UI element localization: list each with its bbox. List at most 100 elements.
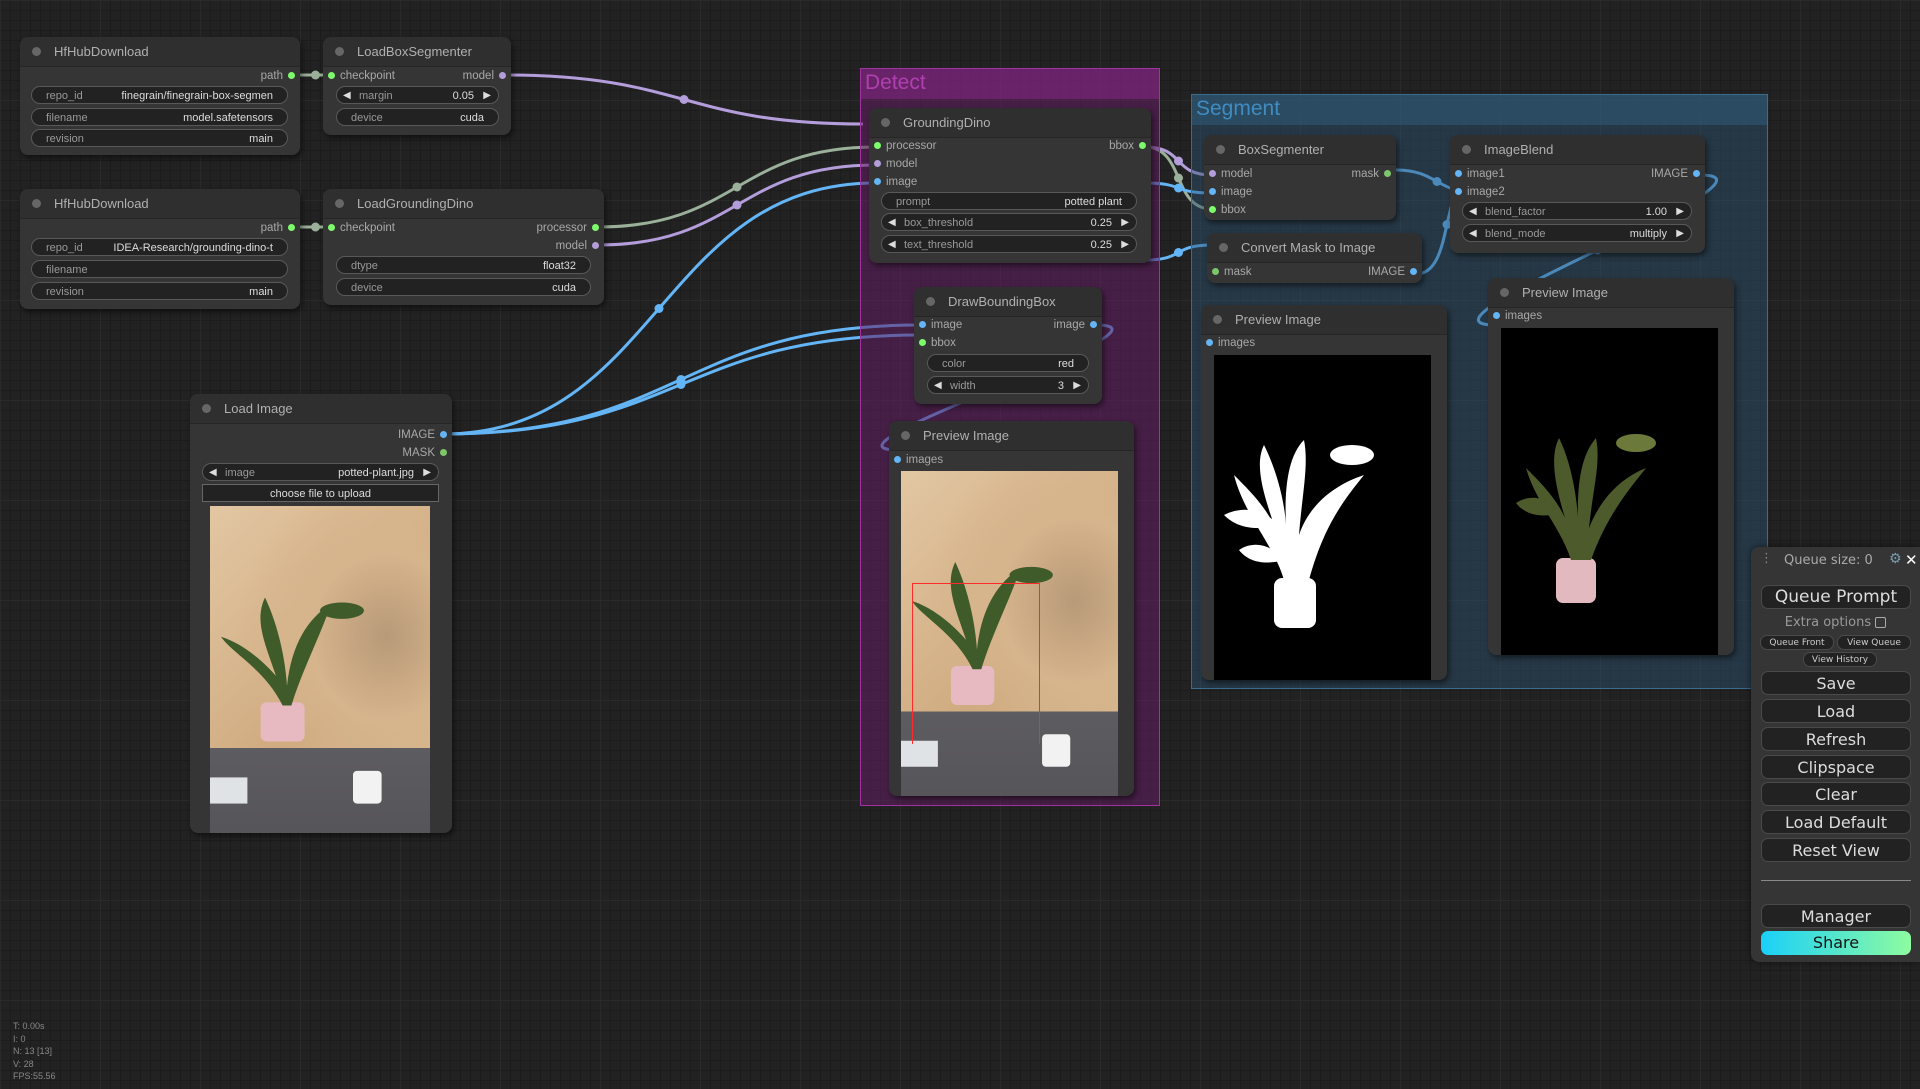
collapse-dot-icon[interactable] — [202, 404, 211, 413]
node-load-image[interactable]: Load Image IMAGE MASK ◀ image potted-plant… — [190, 394, 452, 833]
output-image[interactable]: image — [1054, 317, 1102, 333]
output-path[interactable]: path — [261, 68, 300, 84]
widget-device[interactable]: device cuda — [336, 108, 499, 126]
decrement-arrow-icon[interactable]: ◀ — [888, 214, 896, 232]
node-preview-image-detect[interactable]: Preview Image images — [889, 421, 1134, 796]
settings-gear-icon[interactable]: ⚙ — [1889, 551, 1902, 567]
input-images[interactable]: images — [1488, 308, 1542, 324]
green-slot-icon[interactable] — [874, 142, 881, 150]
input-model[interactable]: model — [869, 156, 917, 172]
input-image2[interactable]: image2 — [1450, 184, 1505, 200]
green-slot-icon[interactable] — [288, 224, 295, 232]
blue-slot-icon[interactable] — [1209, 188, 1216, 196]
node-title[interactable]: LoadGroundingDino — [323, 189, 604, 219]
widget-revision[interactable]: revision main — [31, 282, 288, 300]
input-model[interactable]: model — [1204, 166, 1252, 182]
output-model[interactable]: model — [463, 68, 511, 84]
increment-arrow-icon[interactable]: ▶ — [1073, 377, 1081, 395]
blue-slot-icon[interactable] — [1206, 339, 1213, 347]
load-button[interactable]: Load — [1761, 699, 1911, 723]
increment-arrow-icon[interactable]: ▶ — [1121, 236, 1129, 254]
node-title[interactable]: HfHubDownload — [20, 37, 300, 67]
output-mask[interactable]: mask — [1352, 166, 1396, 182]
collapse-dot-icon[interactable] — [881, 118, 890, 127]
output-image[interactable]: IMAGE — [1651, 166, 1705, 182]
purple-slot-icon[interactable] — [874, 160, 881, 168]
wire-midpoint-handle[interactable] — [1174, 173, 1183, 183]
decrement-arrow-icon[interactable]: ◀ — [209, 464, 217, 482]
widget-blend-mode[interactable]: ◀ blend_mode multiply ▶ — [1462, 224, 1692, 242]
output-path[interactable]: path — [261, 220, 300, 236]
wire-midpoint-handle[interactable] — [1174, 248, 1183, 257]
collapse-dot-icon[interactable] — [32, 47, 41, 56]
widget-width[interactable]: ◀ width 3 ▶ — [927, 376, 1089, 394]
blue-slot-icon[interactable] — [1455, 188, 1462, 196]
input-checkpoint[interactable]: checkpoint — [323, 68, 395, 84]
collapse-dot-icon[interactable] — [335, 199, 344, 208]
input-image[interactable]: image — [869, 174, 917, 190]
view-history-button[interactable]: View History — [1803, 652, 1877, 667]
wire-midpoint-handle[interactable] — [732, 182, 742, 192]
decrement-arrow-icon[interactable]: ◀ — [888, 236, 896, 254]
blue-slot-icon[interactable] — [919, 321, 926, 329]
node-title[interactable]: LoadBoxSegmenter — [323, 37, 511, 67]
node-drawboundingbox[interactable]: DrawBoundingBox image bbox image color re… — [914, 287, 1102, 404]
green-slot-icon[interactable] — [919, 339, 926, 347]
close-icon[interactable]: ✕ — [1905, 551, 1918, 569]
widget-dtype[interactable]: dtype float32 — [336, 256, 591, 274]
node-imageblend[interactable]: ImageBlend image1 image2 IMAGE ◀ blend_fa… — [1450, 135, 1705, 253]
wire-midpoint-handle[interactable] — [676, 380, 686, 389]
clear-button[interactable]: Clear — [1761, 782, 1911, 806]
decrement-arrow-icon[interactable]: ◀ — [343, 87, 351, 105]
green-slot-icon[interactable] — [288, 72, 295, 80]
node-title[interactable]: BoxSegmenter — [1204, 135, 1396, 165]
widget-text-threshold[interactable]: ◀ text_threshold 0.25 ▶ — [881, 235, 1137, 253]
node-convert-mask-to-image[interactable]: Convert Mask to Image mask IMAGE — [1207, 233, 1422, 283]
node-hfhubdownload-2[interactable]: HfHubDownload path repo_id IDEA-Research/… — [20, 189, 300, 309]
wire-midpoint-handle[interactable] — [1174, 156, 1183, 166]
extra-options-checkbox[interactable] — [1875, 617, 1887, 628]
node-title[interactable]: DrawBoundingBox — [914, 287, 1102, 317]
green-slot-icon[interactable] — [1139, 142, 1146, 150]
output-mask[interactable]: MASK — [402, 445, 452, 461]
blue-slot-icon[interactable] — [1455, 170, 1462, 178]
node-preview-image-blend[interactable]: Preview Image images — [1488, 278, 1734, 655]
wire-midpoint-handle[interactable] — [732, 200, 742, 210]
widget-device[interactable]: device cuda — [336, 278, 591, 296]
refresh-button[interactable]: Refresh — [1761, 727, 1911, 751]
widget-blend-factor[interactable]: ◀ blend_factor 1.00 ▶ — [1462, 202, 1692, 220]
wire-midpoint-handle[interactable] — [654, 304, 664, 313]
input-checkpoint[interactable]: checkpoint — [323, 220, 395, 236]
node-hfhubdownload-1[interactable]: HfHubDownload path repo_id finegrain/fine… — [20, 37, 300, 155]
widget-box-threshold[interactable]: ◀ box_threshold 0.25 ▶ — [881, 213, 1137, 231]
collapse-dot-icon[interactable] — [1216, 145, 1225, 154]
share-button[interactable]: Share — [1761, 931, 1911, 955]
node-boxsegmenter[interactable]: BoxSegmenter model image bbox mask — [1204, 135, 1396, 220]
output-processor[interactable]: processor — [537, 220, 605, 236]
node-title[interactable]: Preview Image — [1488, 278, 1734, 308]
increment-arrow-icon[interactable]: ▶ — [483, 87, 491, 105]
increment-arrow-icon[interactable]: ▶ — [423, 464, 431, 482]
increment-arrow-icon[interactable]: ▶ — [1676, 203, 1684, 221]
blue-slot-icon[interactable] — [440, 431, 447, 439]
widget-repo-id[interactable]: repo_id IDEA-Research/grounding-dino-t — [31, 238, 288, 256]
collapse-dot-icon[interactable] — [1219, 243, 1228, 252]
output-model[interactable]: model — [556, 238, 604, 254]
collapse-dot-icon[interactable] — [901, 431, 910, 440]
blue-slot-icon[interactable] — [1090, 321, 1097, 329]
node-loadgroundingdino[interactable]: LoadGroundingDino checkpoint processor m… — [323, 189, 604, 305]
input-image1[interactable]: image1 — [1450, 166, 1505, 182]
input-images[interactable]: images — [1201, 335, 1255, 351]
blue-slot-icon[interactable] — [894, 456, 901, 464]
node-title[interactable]: Preview Image — [1201, 305, 1447, 335]
blue-slot-icon[interactable] — [1493, 312, 1500, 320]
widget-color[interactable]: color red — [927, 354, 1089, 372]
widget-filename[interactable]: filename — [31, 260, 288, 278]
node-groundingdino[interactable]: GroundingDino processor model image bbox… — [869, 108, 1151, 263]
wire-midpoint-handle[interactable] — [679, 95, 689, 104]
green-slot-icon[interactable] — [1209, 206, 1216, 214]
green-slot-icon[interactable] — [328, 72, 335, 80]
reset-view-button[interactable]: Reset View — [1761, 838, 1911, 862]
extra-options-label[interactable]: Extra options — [1751, 615, 1920, 630]
collapse-dot-icon[interactable] — [1500, 288, 1509, 297]
